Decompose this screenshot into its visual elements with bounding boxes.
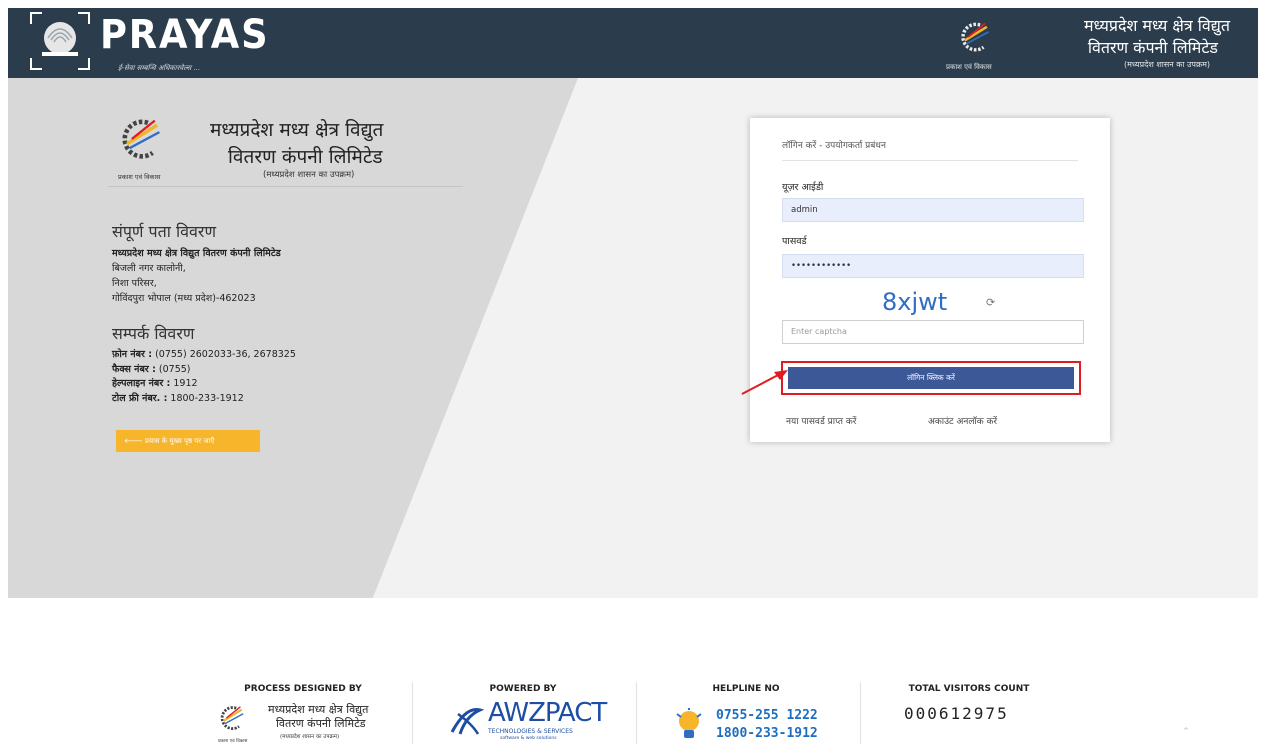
address-details: मध्यप्रदेश मध्य क्षेत्र विद्युत वितरण कं…: [112, 246, 281, 306]
address-title: संपूर्ण पता विवरण: [112, 222, 217, 241]
designed-by-tag: प्रकाश एवं विकास: [218, 739, 248, 744]
designed-by-heading: PROCESS DESIGNED BY: [244, 684, 362, 694]
top-header: PRAYAS ई-सेवा सम्बन्धि अधिकारवेल्स ... म…: [8, 8, 1258, 78]
contact-title: सम्पर्क विवरण: [112, 324, 195, 343]
forgot-password-link[interactable]: नया पासवर्ड प्राप्त करें: [786, 414, 856, 427]
footer-separator: [860, 682, 861, 744]
designed-by-line2: वितरण कंपनी लिमिटेड: [276, 717, 366, 730]
fingerprint-logo-icon: [30, 12, 90, 70]
awzpact-tagline: software & web solutions: [500, 736, 557, 741]
scroll-top-icon[interactable]: ^: [1183, 727, 1189, 735]
divider: [108, 186, 463, 187]
awzpact-name: AWZPACT: [488, 698, 607, 728]
designed-by-logo: मध्यप्रदेश मध्य क्षेत्र विद्युत वितरण कं…: [218, 702, 408, 746]
refresh-captcha-icon[interactable]: ⟳: [986, 296, 995, 309]
back-to-home-button[interactable]: 🡐 प्रयास के मुख्य पृष्ठ पर जाएँ: [116, 430, 260, 452]
fax-label: फैक्स नंबर :: [112, 363, 156, 375]
phone-label: फ़ोन नंबर :: [112, 349, 153, 360]
login-title: लॉगिन करें - उपयोगकर्ता प्रबंधन: [782, 141, 886, 151]
designed-by-line1: मध्यप्रदेश मध्य क्षेत्र विद्युत: [268, 703, 369, 716]
password-input[interactable]: ••••••••••••: [782, 254, 1084, 278]
visitors-count: 000612975: [904, 704, 1009, 723]
org-tagline: प्रकाश एवं विकास: [118, 173, 161, 181]
user-id-input[interactable]: admin: [782, 198, 1084, 222]
org-name-line1: मध्यप्रदेश मध्य क्षेत्र विद्युत: [210, 119, 384, 141]
login-card: लॉगिन करें - उपयोगकर्ता प्रबंधन यूज़र आई…: [750, 118, 1110, 442]
address-company: मध्यप्रदेश मध्य क्षेत्र विद्युत वितरण कं…: [112, 248, 281, 259]
unlock-account-link[interactable]: अकाउंट अनलॉक करें: [928, 414, 997, 427]
tollfree-value: 1800-233-1912: [167, 392, 244, 404]
mpmkvvcl-emblem-icon: [220, 706, 244, 730]
captcha-image: 8xjwt: [882, 288, 948, 316]
red-arrow-icon: [741, 370, 788, 395]
mpmkvvcl-emblem-icon: [122, 119, 160, 159]
fax-value: (0755): [155, 363, 191, 375]
password-label: पासवर्ड: [782, 236, 807, 247]
helpline-number-2[interactable]: 1800-233-1912: [716, 726, 818, 741]
phone-value: (0755) 2602033-36, 2678325: [152, 349, 296, 360]
header-org-logo: मध्यप्रदेश मध्य क्षेत्र विद्युत वितरण कं…: [946, 12, 1236, 74]
mpmkvvcl-emblem-icon: [961, 22, 990, 52]
contact-details: फ़ोन नंबर : (0755) 2602033-36, 2678325 फ…: [112, 348, 296, 406]
address-line2: निशा परिसर,: [112, 278, 157, 289]
header-org-tag: प्रकाश एवं विकास: [946, 63, 992, 71]
helpline-heading: HELPLINE NO: [712, 684, 780, 694]
highlight-box: लॉगिन क्लिक करें: [781, 361, 1081, 395]
footer-separator: [412, 682, 413, 744]
address-line3: गोविंदपुरा भोपाल (मध्य प्रदेश)-462023: [112, 293, 256, 304]
org-logo-block: मध्यप्रदेश मध्य क्षेत्र विद्युत वितरण कं…: [118, 108, 468, 188]
bulb-icon: [676, 708, 702, 738]
org-name-line3: (मध्यप्रदेश शासन का उपक्रम): [263, 170, 355, 180]
user-id-label: यूज़र आईडी: [782, 182, 824, 193]
login-divider: [782, 160, 1078, 161]
tollfree-label: टोल फ्री नंबर. :: [112, 392, 168, 404]
org-name-line2: वितरण कंपनी लिमिटेड: [228, 146, 383, 168]
footer: PROCESS DESIGNED BY मध्यप्रदेश मध्य क्षे…: [8, 664, 1258, 754]
helpline-block: 0755-255 1222 1800-233-1912: [668, 704, 848, 748]
captcha-input[interactable]: Enter captcha: [782, 320, 1084, 344]
brand-tagline: ई-सेवा सम्बन्धि अधिकारवेल्स ...: [118, 64, 201, 72]
login-button[interactable]: लॉगिन क्लिक करें: [788, 367, 1074, 389]
helpline-value: 1912: [170, 378, 198, 389]
brand-title: PRAYAS: [100, 12, 270, 58]
footer-separator: [636, 682, 637, 744]
header-org-line1: मध्यप्रदेश मध्य क्षेत्र विद्युत: [1083, 16, 1230, 35]
header-org-line3: (मध्यप्रदेश शासन का उपक्रम): [1124, 60, 1210, 69]
header-org-line2: वितरण कंपनी लिमिटेड: [1087, 38, 1218, 57]
powered-by-heading: POWERED BY: [489, 684, 557, 694]
awzpact-logo[interactable]: AWZPACT TECHNOLOGIES & SERVICES software…: [440, 698, 610, 746]
address-line1: बिजली नगर कालोनी,: [112, 263, 186, 274]
awzpact-subtitle: TECHNOLOGIES & SERVICES: [488, 728, 573, 735]
visitors-heading: TOTAL VISITORS COUNT: [908, 684, 1030, 694]
helpline-label: हेल्पलाइन नंबर :: [112, 378, 171, 389]
awzpact-swirl-icon: [450, 707, 484, 735]
designed-by-line3: (मध्यप्रदेश शासन का उपक्रम): [280, 734, 340, 740]
helpline-number-1[interactable]: 0755-255 1222: [716, 708, 818, 723]
